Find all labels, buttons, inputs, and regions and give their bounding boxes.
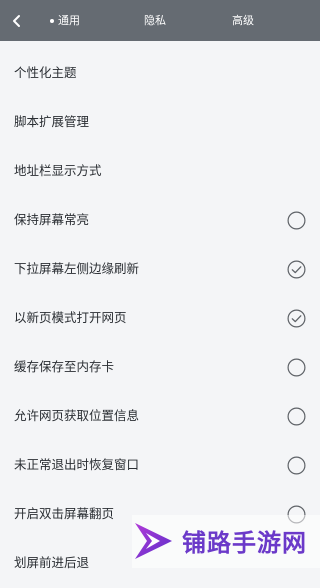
setting-label: 个性化主题	[14, 65, 77, 80]
tab-general-label: 通用	[58, 14, 80, 27]
watermark-text: 铺路手游网	[182, 529, 307, 557]
tab-advanced-label: 高级	[232, 14, 254, 27]
chevron-left-icon	[13, 15, 20, 27]
setting-label: 保持屏幕常亮	[14, 212, 90, 227]
checked-circle-icon[interactable]	[287, 260, 306, 279]
setting-label: 划屏前进后退	[14, 555, 90, 570]
tab-privacy[interactable]: 隐私	[144, 12, 166, 30]
setting-label: 开启双击屏幕翻页	[14, 506, 115, 521]
setting-label: 脚本扩展管理	[14, 114, 90, 129]
back-button[interactable]	[2, 6, 32, 36]
setting-row-scripts[interactable]: 脚本扩展管理	[0, 98, 320, 147]
tab-general[interactable]: 通用	[50, 12, 80, 30]
setting-row-restore-window[interactable]: 未正常退出时恢复窗口	[0, 441, 320, 490]
setting-row-theme[interactable]: 个性化主题	[0, 49, 320, 98]
unchecked-circle-icon[interactable]	[287, 407, 306, 426]
tab-privacy-label: 隐私	[144, 14, 166, 27]
checked-circle-icon[interactable]	[287, 309, 306, 328]
active-tab-dot	[50, 19, 54, 23]
setting-row-new-page[interactable]: 以新页模式打开网页	[0, 294, 320, 343]
setting-row-cache-sdcard[interactable]: 缓存保存至内存卡	[0, 343, 320, 392]
top-bar: 通用 隐私 高级	[0, 0, 320, 41]
setting-row-keep-screen-on[interactable]: 保持屏幕常亮	[0, 196, 320, 245]
setting-label: 地址栏显示方式	[14, 163, 102, 178]
unchecked-circle-icon[interactable]	[287, 211, 306, 230]
setting-label: 缓存保存至内存卡	[14, 359, 115, 374]
setting-label: 下拉屏幕左侧边缘刷新	[14, 261, 140, 276]
unchecked-circle-icon[interactable]	[287, 358, 306, 377]
setting-label: 以新页模式打开网页	[14, 310, 127, 325]
tab-advanced[interactable]: 高级	[232, 12, 254, 30]
setting-row-pull-refresh[interactable]: 下拉屏幕左侧边缘刷新	[0, 245, 320, 294]
setting-label: 未正常退出时恢复窗口	[14, 457, 140, 472]
setting-row-addressbar[interactable]: 地址栏显示方式	[0, 147, 320, 196]
setting-label: 允许网页获取位置信息	[14, 408, 140, 423]
setting-row-location[interactable]: 允许网页获取位置信息	[0, 392, 320, 441]
unchecked-circle-icon[interactable]	[287, 456, 306, 475]
